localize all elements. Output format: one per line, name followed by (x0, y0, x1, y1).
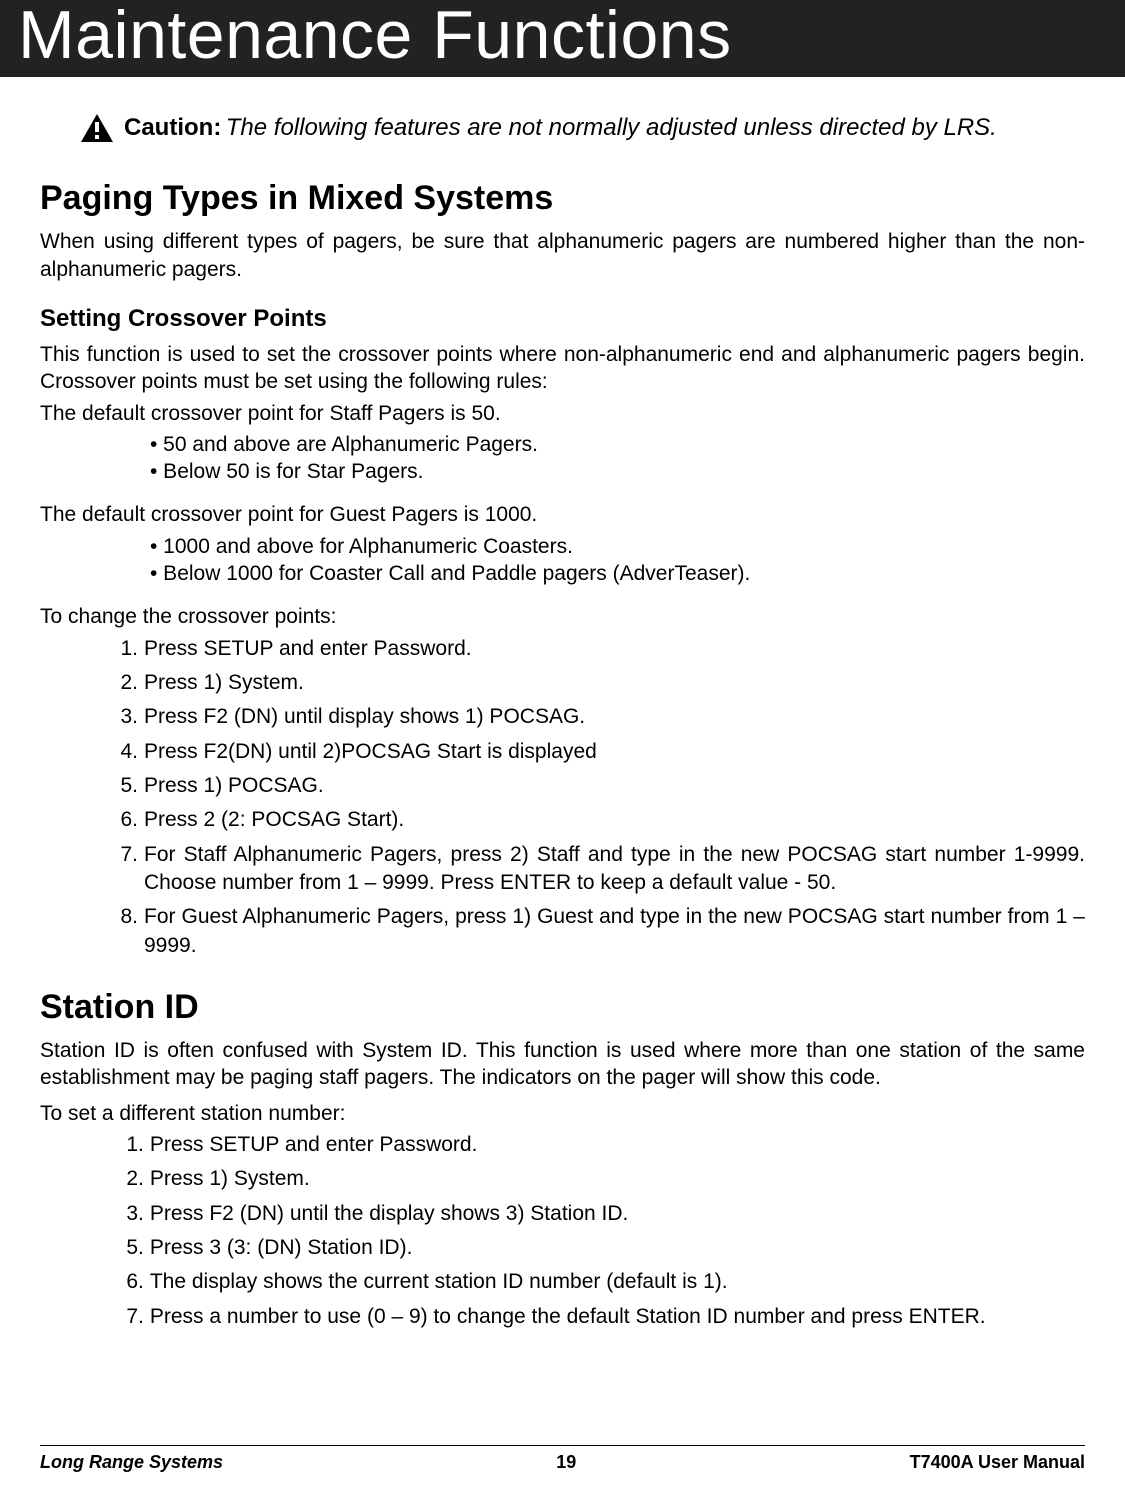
header-bar: Maintenance Functions (0, 0, 1125, 77)
bullet-guest-2: • Below 1000 for Coaster Call and Paddle… (150, 560, 1085, 587)
guest-bullets: • 1000 and above for Alphanumeric Coaste… (150, 533, 1085, 588)
crossover-p3: The default crossover point for Guest Pa… (40, 501, 1085, 528)
page-footer: Long Range Systems 19 T7400A User Manual (40, 1445, 1085, 1473)
list-item: 6.The display shows the current station … (110, 1268, 1085, 1296)
list-item: 2.Press 1) System. (110, 1165, 1085, 1193)
footer-page-number: 19 (223, 1452, 910, 1473)
bullet-staff-1: • 50 and above are Alphanumeric Pagers. (150, 431, 1085, 458)
list-item: 3.Press F2 (DN) until the display shows … (110, 1200, 1085, 1228)
crossover-steps: 1.Press SETUP and enter Password. 2.Pres… (110, 635, 1085, 960)
list-item: 8.For Guest Alphanumeric Pagers, press 1… (110, 903, 1085, 960)
crossover-p1: This function is used to set the crossov… (40, 341, 1085, 396)
crossover-p4: To change the crossover points: (40, 603, 1085, 630)
footer-manual-name: T7400A User Manual (910, 1452, 1085, 1473)
crossover-p2: The default crossover point for Staff Pa… (40, 400, 1085, 427)
list-item: 1.Press SETUP and enter Password. (110, 1131, 1085, 1159)
caution-note: Caution: The following features are not … (80, 113, 1085, 143)
caution-icon (80, 113, 114, 143)
station-steps: 1.Press SETUP and enter Password. 2.Pres… (110, 1131, 1085, 1331)
station-p2: To set a different station number: (40, 1100, 1085, 1127)
bullet-staff-2: • Below 50 is for Star Pagers. (150, 458, 1085, 485)
page-title: Maintenance Functions (18, 0, 1125, 71)
list-item: 4.Press F2(DN) until 2)POCSAG Start is d… (110, 738, 1085, 766)
sub-title-crossover: Setting Crossover Points (40, 305, 1085, 333)
list-item: 2.Press 1) System. (110, 669, 1085, 697)
footer-company: Long Range Systems (40, 1452, 223, 1473)
list-item: 7.Press a number to use (0 – 9) to chang… (110, 1303, 1085, 1331)
section1-intro: When using different types of pagers, be… (40, 228, 1085, 283)
section-title-station: Station ID (40, 988, 1085, 1027)
staff-bullets: • 50 and above are Alphanumeric Pagers. … (150, 431, 1085, 486)
caution-label: Caution: (124, 114, 221, 141)
section-title-paging: Paging Types in Mixed Systems (40, 179, 1085, 218)
station-p1: Station ID is often confused with System… (40, 1037, 1085, 1092)
list-item: 6.Press 2 (2: POCSAG Start). (110, 806, 1085, 834)
list-item: 7.For Staff Alphanumeric Pagers, press 2… (110, 841, 1085, 898)
list-item: 3.Press F2 (DN) until display shows 1) P… (110, 703, 1085, 731)
list-item: 5.Press 3 (3: (DN) Station ID). (110, 1234, 1085, 1262)
caution-body: The following features are not normally … (226, 114, 997, 141)
bullet-guest-1: • 1000 and above for Alphanumeric Coaste… (150, 533, 1085, 560)
list-item: 5.Press 1) POCSAG. (110, 772, 1085, 800)
list-item: 1.Press SETUP and enter Password. (110, 635, 1085, 663)
